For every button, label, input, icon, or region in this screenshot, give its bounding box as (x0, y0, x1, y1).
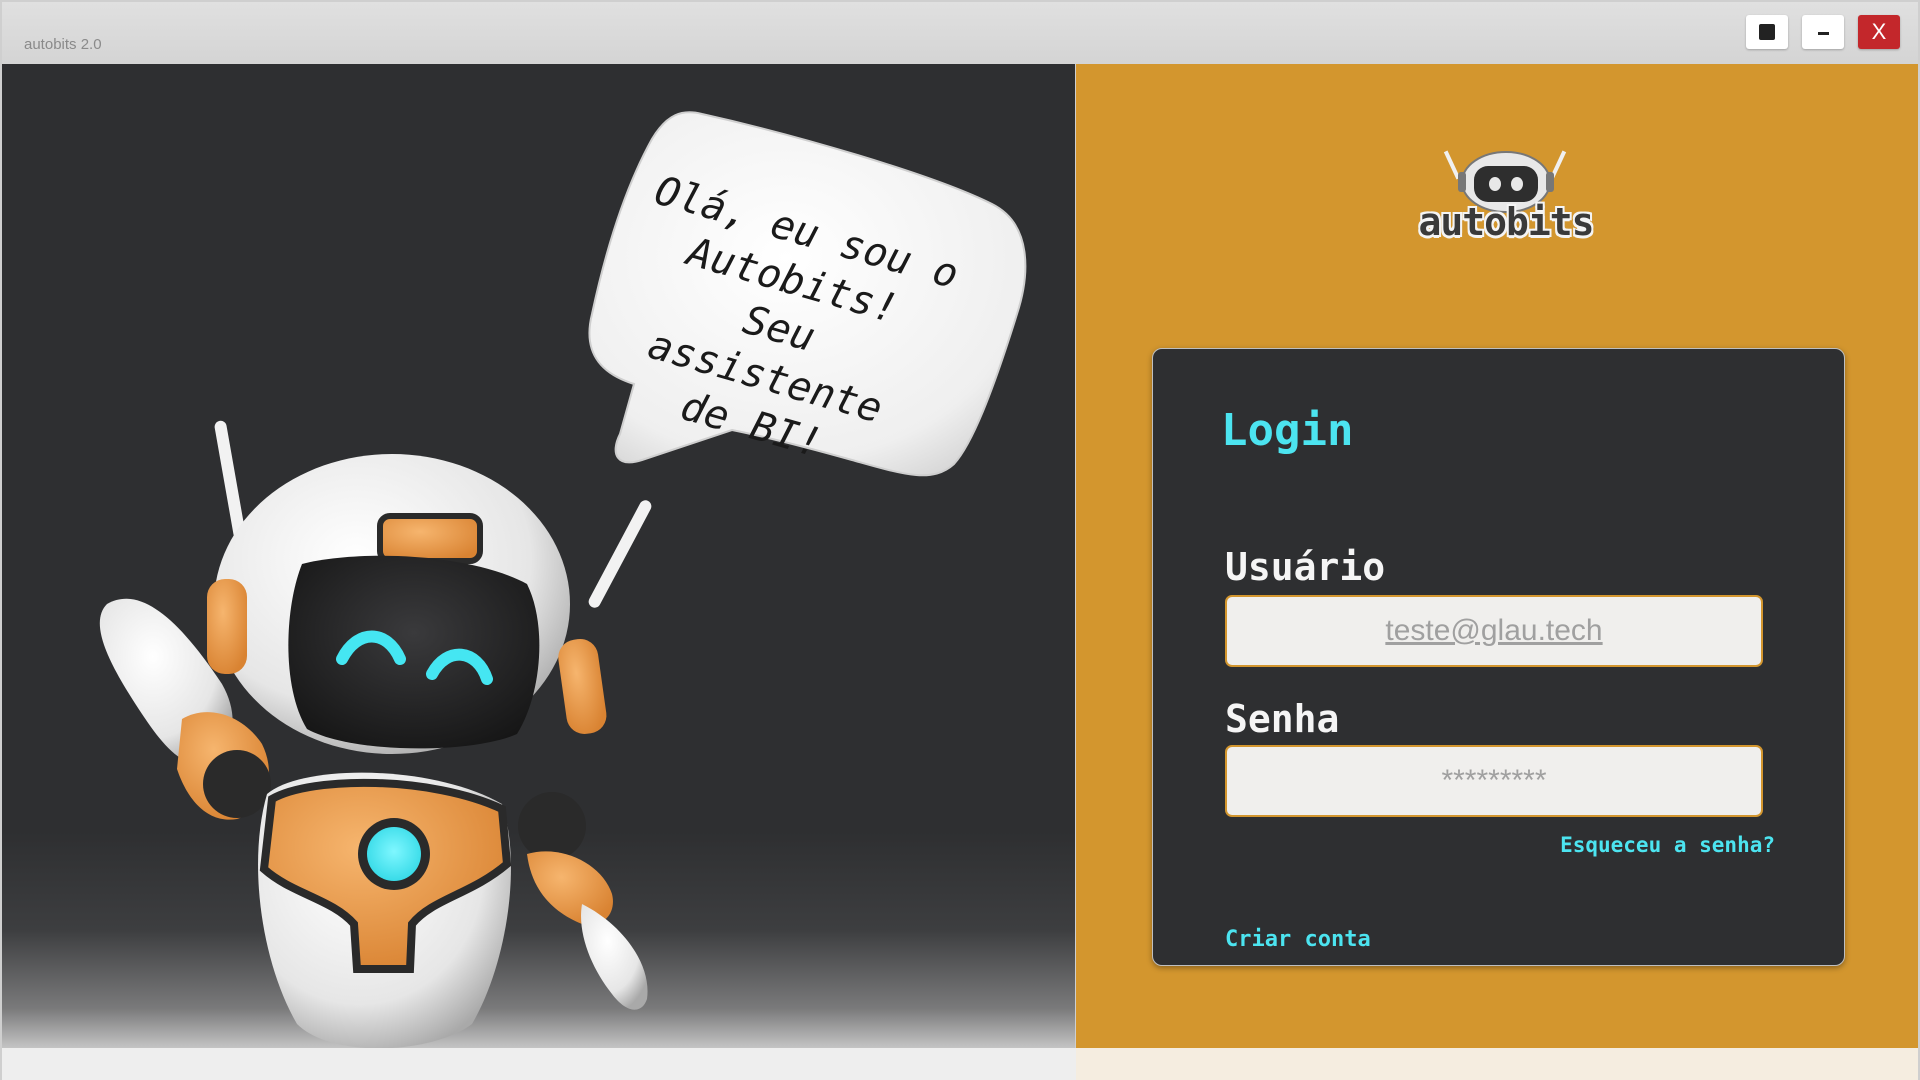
forgot-password-link[interactable]: Esqueceu a senha? (1527, 833, 1775, 857)
login-title: Login (1221, 405, 1354, 456)
maximize-button[interactable] (1746, 15, 1788, 49)
logo-text: autobits (1418, 200, 1594, 244)
password-input[interactable] (1227, 747, 1761, 815)
user-field-box[interactable] (1225, 595, 1763, 667)
login-card: Login Usuário Senha Esqueceu a senha? Cr… (1152, 348, 1845, 966)
user-label: Usuário (1225, 545, 1386, 589)
login-panel: autobits Login Usuário Senha Esqueceu a … (1076, 64, 1918, 1048)
minus-icon (1817, 31, 1829, 35)
left-footer-strip (2, 1048, 1076, 1080)
password-label: Senha (1225, 697, 1340, 741)
minimize-button[interactable] (1802, 15, 1844, 49)
robot-mascot-illustration (99, 420, 652, 1048)
square-icon (1759, 24, 1775, 40)
user-input[interactable] (1227, 597, 1761, 665)
create-account-link[interactable]: Criar conta (1225, 927, 1371, 952)
window-title: autobits 2.0 (24, 36, 102, 53)
app-window: autobits 2.0 X Olá, eu sou o Autobits! S… (0, 0, 1920, 1080)
title-bar[interactable]: autobits 2.0 X (2, 2, 1918, 64)
password-field-box[interactable] (1225, 745, 1763, 817)
right-footer-strip (1076, 1048, 1918, 1080)
close-button[interactable]: X (1858, 15, 1900, 49)
brand-logo: autobits (1406, 144, 1606, 254)
welcome-panel: Olá, eu sou o Autobits! Seu assistente d… (2, 64, 1076, 1048)
